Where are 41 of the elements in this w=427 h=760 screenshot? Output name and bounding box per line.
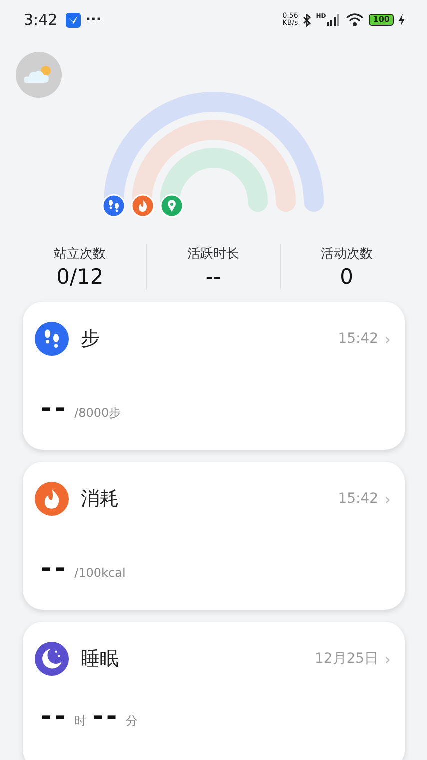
clock-time: 3:42 <box>24 11 58 29</box>
weather-icon[interactable] <box>16 52 62 98</box>
update-time: 15:42 <box>338 491 379 507</box>
update-time: 12月25日 <box>314 650 379 668</box>
stat-label: 活跃时长 <box>187 246 240 263</box>
metric-value: -- <box>92 702 120 732</box>
stat-value: 0 <box>340 265 354 289</box>
card-title: 消耗 <box>81 487 119 512</box>
chevron: › <box>384 650 391 668</box>
stat-label: 站立次数 <box>54 246 106 263</box>
chevron: › <box>384 490 391 508</box>
summary-card[interactable]: 消耗 15:42 › -- /100kcal <box>23 462 405 610</box>
metric-unit: /100kcal <box>74 566 126 580</box>
stat-value: -- <box>206 265 222 289</box>
bluetooth-icon <box>303 14 312 26</box>
flame-icon <box>35 482 69 516</box>
metric-unit: 时 <box>74 713 87 730</box>
card-title: 步 <box>81 327 100 352</box>
summary-card[interactable]: 睡眠 12月25日 › -- 时 -- 分 <box>23 622 405 760</box>
chevron: › <box>384 330 391 348</box>
location-pin-icon <box>160 194 184 218</box>
footprints-icon <box>35 322 69 356</box>
charging-icon <box>399 14 405 26</box>
moon-icon <box>35 642 69 676</box>
app-notification-icon <box>66 12 81 28</box>
metric-value: -- <box>41 394 69 424</box>
wifi-icon <box>346 13 364 27</box>
metric-unit: /8000步 <box>74 405 122 422</box>
stat-label: 活动次数 <box>320 246 373 263</box>
flame-icon <box>130 194 154 218</box>
more-notifications: ··· <box>86 12 102 28</box>
signal-icon <box>327 14 342 26</box>
footprints-icon <box>102 194 126 218</box>
card-title: 睡眠 <box>81 647 119 672</box>
metric-unit: 分 <box>126 713 138 730</box>
summary-card[interactable]: 步 15:42 › -- /8000步 <box>23 302 405 450</box>
metric-value: -- <box>41 702 69 732</box>
update-time: 15:42 <box>338 331 379 347</box>
battery-level: 100 <box>369 14 394 26</box>
metric-value: -- <box>41 554 69 584</box>
stat-value: 0/12 <box>56 265 104 289</box>
